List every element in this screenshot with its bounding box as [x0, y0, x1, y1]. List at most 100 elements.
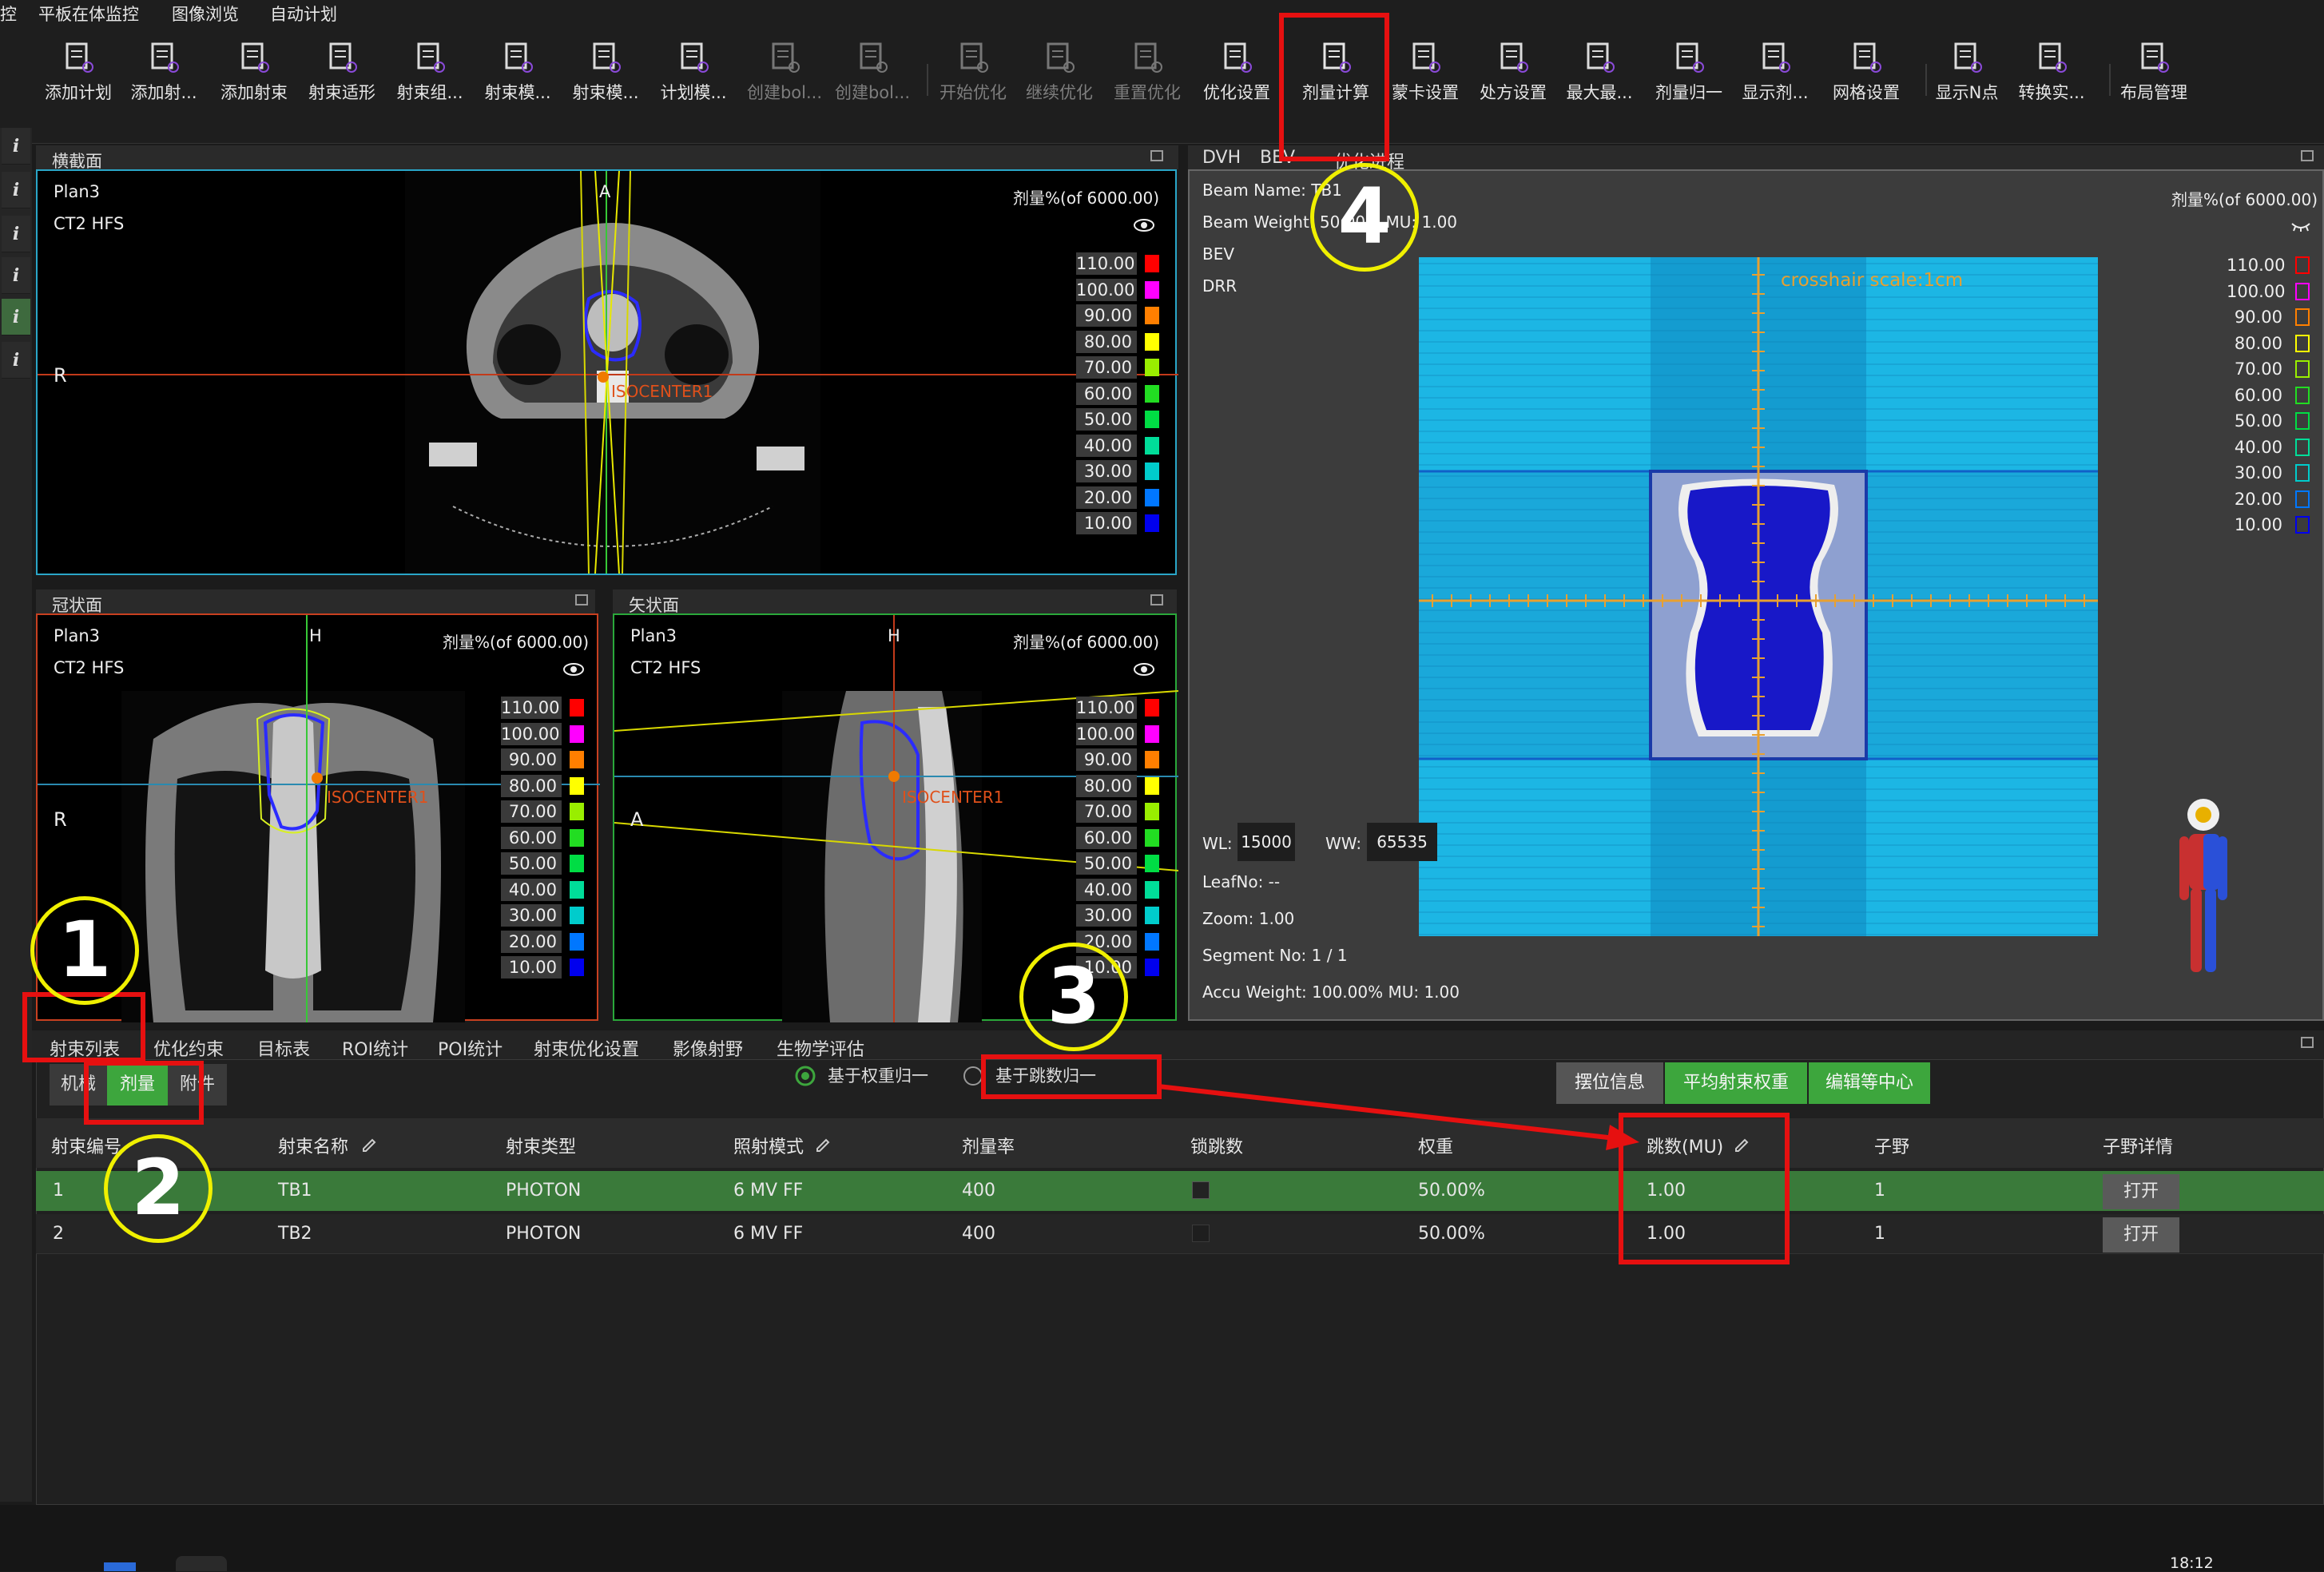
toolbar-label: 添加射束 — [220, 83, 288, 102]
legend-swatch — [2295, 386, 2310, 404]
legend-swatch — [1145, 907, 1159, 924]
menu-item-monitor[interactable]: 控 — [0, 2, 17, 26]
tab-optimize-constraints[interactable]: 优化约束 — [153, 1035, 224, 1061]
toolbar-button-22[interactable]: 显示N点 — [1923, 32, 2011, 128]
info-button-3[interactable]: i — [2, 216, 30, 252]
axial-orient-left: R — [54, 364, 67, 387]
sagittal-isocenter-label: ISOCENTER1 — [902, 788, 1004, 807]
tab-roi-stats[interactable]: ROI统计 — [342, 1035, 408, 1061]
legend-swatch — [570, 776, 584, 795]
legend-value: 70.00 — [1076, 356, 1137, 379]
patient-orientation-figure — [2179, 799, 2227, 972]
header-beam-type[interactable]: 射束类型 — [506, 1133, 576, 1158]
axial-view[interactable]: Plan3 CT2 HFS A R ISOCENTER1 剂量%(of 6000… — [36, 169, 1178, 575]
toolbar-button-17[interactable]: 处方设置 — [1469, 32, 1557, 128]
tab-dvh[interactable]: DVH — [1202, 148, 1241, 168]
leaf-number: LeafNo: -- — [1202, 872, 1281, 891]
table-row[interactable]: 1 TB1 PHOTON 6 MV FF 400 50.00% 1.00 1 打… — [36, 1171, 2324, 1211]
axial-maximize-icon[interactable] — [1150, 150, 1163, 161]
header-segments[interactable]: 子野 — [1874, 1133, 1909, 1158]
lock-mu-checkbox[interactable] — [1192, 1225, 1210, 1242]
info-button-1[interactable]: i — [2, 128, 30, 165]
taskbar-app-icon[interactable] — [104, 1562, 136, 1571]
legend-value: 60.00 — [501, 826, 562, 849]
bev-view[interactable]: Beam Name: TB1 Beam Weight: 50.00% MU: 1… — [1188, 169, 2324, 1021]
toolbar-button-10[interactable]: 创建bol... — [828, 32, 916, 128]
legend-row: 110.00 — [1068, 251, 1172, 277]
toolbar-button-9[interactable]: 创建bol... — [741, 32, 828, 128]
toolbar-button-5[interactable]: 射束组... — [386, 32, 474, 128]
legend-swatch — [570, 959, 584, 976]
toolbar-button-4[interactable]: 射束适形 — [298, 32, 386, 128]
toolbar-button-7[interactable]: 射束模... — [562, 32, 650, 128]
toolbar-button-24[interactable]: 布局管理 — [2110, 32, 2198, 128]
menu-item-image-browse[interactable]: 图像浏览 — [172, 2, 239, 26]
toolbar-button-18[interactable]: 最大最... — [1555, 32, 1643, 128]
info-button-6[interactable]: i — [2, 342, 30, 379]
coronal-eye-icon[interactable] — [563, 663, 584, 676]
edit-name-icon[interactable] — [361, 1136, 377, 1152]
info-button-2[interactable]: i — [2, 172, 30, 208]
toolbar-button-21[interactable]: 网格设置 — [1822, 32, 1910, 128]
average-beam-weight-button[interactable]: 平均射束权重 — [1665, 1062, 1807, 1104]
toolbar-button-11[interactable]: 开始优化 — [929, 32, 1017, 128]
cell-rate: 400 — [962, 1181, 995, 1201]
bev-maximize-icon[interactable] — [2301, 150, 2314, 161]
legend-value: 80.00 — [501, 774, 562, 797]
ww-input[interactable]: 65535 — [1367, 823, 1437, 861]
menu-item-auto-plan[interactable]: 自动计划 — [270, 2, 337, 26]
cell-rate: 400 — [962, 1224, 995, 1244]
header-beam-name[interactable]: 射束名称 — [278, 1133, 348, 1158]
toolbar-button-1[interactable]: 添加计划 — [34, 32, 122, 128]
legend-swatch — [1145, 514, 1159, 532]
lock-mu-checkbox[interactable] — [1192, 1181, 1210, 1199]
wl-input[interactable]: 15000 — [1237, 823, 1295, 861]
toolbar-button-20[interactable]: 显示剂... — [1731, 32, 1819, 128]
menu-item-flat-panel[interactable]: 平板在体监控 — [38, 2, 139, 26]
sagittal-maximize-icon[interactable] — [1150, 594, 1163, 605]
table-row[interactable]: 2 TB2 PHOTON 6 MV FF 400 50.00% 1.00 1 打… — [36, 1214, 2324, 1254]
edit-isocenter-button[interactable]: 编辑等中心 — [1809, 1062, 1930, 1104]
toolbar-button-13[interactable]: 重置优化 — [1103, 32, 1191, 128]
tab-image-field[interactable]: 影像射野 — [673, 1035, 743, 1061]
toolbar-button-16[interactable]: 蒙卡设置 — [1381, 32, 1469, 128]
legend-value: 90.00 — [2234, 308, 2282, 327]
show-dose-icon — [1762, 42, 1790, 73]
tab-poi-stats[interactable]: POI统计 — [438, 1035, 503, 1061]
bev-eye-hidden-icon[interactable] — [2290, 220, 2311, 232]
taskbar-browser-icon[interactable] — [176, 1556, 227, 1571]
legend-swatch — [1145, 855, 1159, 872]
toolbar-button-8[interactable]: 计划模... — [650, 32, 737, 128]
tab-beam-optimize-settings[interactable]: 射束优化设置 — [534, 1035, 639, 1061]
toolbar-button-14[interactable]: 优化设置 — [1193, 32, 1281, 128]
tab-bio-eval[interactable]: 生物学评估 — [777, 1035, 864, 1061]
toolbar-button-12[interactable]: 继续优化 — [1015, 32, 1103, 128]
header-beam-number[interactable]: 射束编号 — [51, 1133, 121, 1158]
toolbar-button-19[interactable]: 剂量归一 — [1645, 32, 1733, 128]
edit-mode-icon[interactable] — [815, 1136, 831, 1152]
header-dose-rate[interactable]: 剂量率 — [962, 1133, 1015, 1158]
toolbar-button-6[interactable]: 射束模... — [474, 32, 562, 128]
tab-target-table[interactable]: 目标表 — [257, 1035, 310, 1061]
toolbar-button-23[interactable]: 转换实... — [2008, 32, 2096, 128]
legend-row: 50.00 — [2219, 408, 2322, 435]
axial-eye-icon[interactable] — [1134, 219, 1154, 232]
info-button-5[interactable]: i — [2, 299, 30, 335]
sagittal-title: 矢状面 — [613, 590, 1177, 615]
radio-weight-label[interactable]: 基于权重归一 — [828, 1063, 928, 1087]
open-detail-button[interactable]: 打开 — [2103, 1217, 2179, 1252]
header-irradiation-mode[interactable]: 照射模式 — [733, 1133, 804, 1158]
toolbar-button-3[interactable]: 添加射束 — [210, 32, 298, 128]
legend-value: 80.00 — [1076, 774, 1137, 797]
open-detail-button[interactable]: 打开 — [2103, 1174, 2179, 1209]
radio-weight-selected-icon[interactable] — [795, 1066, 816, 1086]
toolbar-button-2[interactable]: 添加射... — [120, 32, 208, 128]
header-segment-detail[interactable]: 子野详情 — [2103, 1133, 2173, 1158]
cell-segments: 1 — [1874, 1181, 1885, 1201]
toolbar-label: 创建bol... — [746, 83, 823, 102]
legend-value: 100.00 — [501, 722, 562, 745]
info-button-4[interactable]: i — [2, 257, 30, 294]
coronal-maximize-icon[interactable] — [575, 594, 588, 605]
sagittal-eye-icon[interactable] — [1134, 663, 1154, 676]
bottom-maximize-icon[interactable] — [2301, 1037, 2314, 1048]
